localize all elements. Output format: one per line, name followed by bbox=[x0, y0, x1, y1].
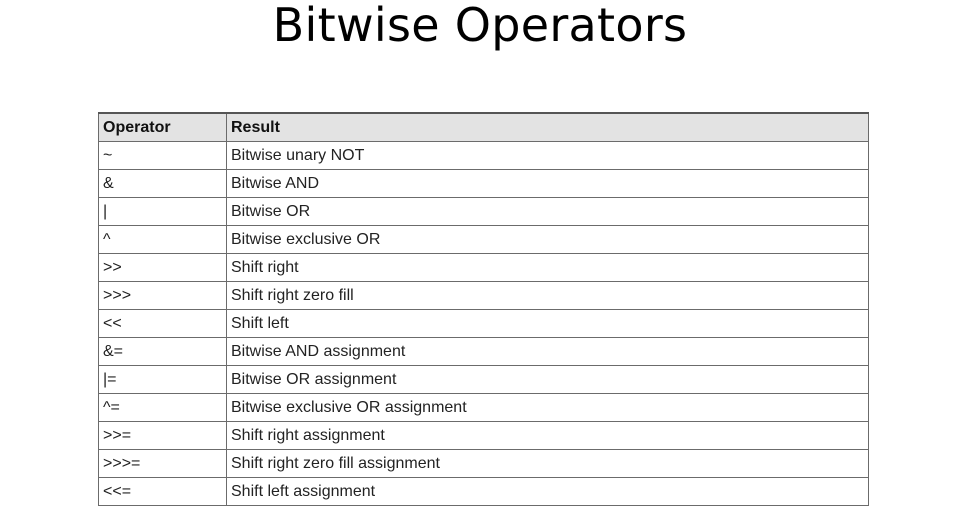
operator-cell: |= bbox=[98, 365, 227, 394]
operator-cell: & bbox=[98, 169, 227, 198]
operators-table: Operator Result ~ Bitwise unary NOT & Bi… bbox=[98, 112, 869, 506]
result-cell: Bitwise AND bbox=[226, 169, 869, 198]
table-row: <<= Shift left assignment bbox=[98, 477, 869, 506]
result-cell: Shift left bbox=[226, 309, 869, 338]
operator-cell: ^= bbox=[98, 393, 227, 422]
result-cell: Bitwise exclusive OR assignment bbox=[226, 393, 869, 422]
result-cell: Bitwise AND assignment bbox=[226, 337, 869, 366]
column-header-result: Result bbox=[226, 112, 869, 142]
table-row: |= Bitwise OR assignment bbox=[98, 365, 869, 394]
table-row: | Bitwise OR bbox=[98, 197, 869, 226]
result-cell: Bitwise exclusive OR bbox=[226, 225, 869, 254]
table-row: >> Shift right bbox=[98, 253, 869, 282]
operator-cell: >> bbox=[98, 253, 227, 282]
operator-cell: ^ bbox=[98, 225, 227, 254]
table-row: ^ Bitwise exclusive OR bbox=[98, 225, 869, 254]
table-row: >>>= Shift right zero fill assignment bbox=[98, 449, 869, 478]
result-cell: Bitwise unary NOT bbox=[226, 141, 869, 170]
table-row: >>> Shift right zero fill bbox=[98, 281, 869, 310]
table-header-row: Operator Result bbox=[98, 112, 869, 142]
table-row: &= Bitwise AND assignment bbox=[98, 337, 869, 366]
operator-cell: << bbox=[98, 309, 227, 338]
operator-cell: <<= bbox=[98, 477, 227, 506]
operator-cell: >>> bbox=[98, 281, 227, 310]
operator-cell: | bbox=[98, 197, 227, 226]
result-cell: Shift right assignment bbox=[226, 421, 869, 450]
table-row: << Shift left bbox=[98, 309, 869, 338]
operator-cell: >>= bbox=[98, 421, 227, 450]
slide-title: Bitwise Operators bbox=[272, 0, 688, 52]
result-cell: Shift right zero fill assignment bbox=[226, 449, 869, 478]
result-cell: Bitwise OR bbox=[226, 197, 869, 226]
table-row: ~ Bitwise unary NOT bbox=[98, 141, 869, 170]
result-cell: Shift left assignment bbox=[226, 477, 869, 506]
operator-cell: >>>= bbox=[98, 449, 227, 478]
result-cell: Shift right bbox=[226, 253, 869, 282]
result-cell: Shift right zero fill bbox=[226, 281, 869, 310]
table-row: & Bitwise AND bbox=[98, 169, 869, 198]
table-row: >>= Shift right assignment bbox=[98, 421, 869, 450]
operator-cell: &= bbox=[98, 337, 227, 366]
result-cell: Bitwise OR assignment bbox=[226, 365, 869, 394]
operator-cell: ~ bbox=[98, 141, 227, 170]
table-row: ^= Bitwise exclusive OR assignment bbox=[98, 393, 869, 422]
column-header-operator: Operator bbox=[98, 112, 227, 142]
